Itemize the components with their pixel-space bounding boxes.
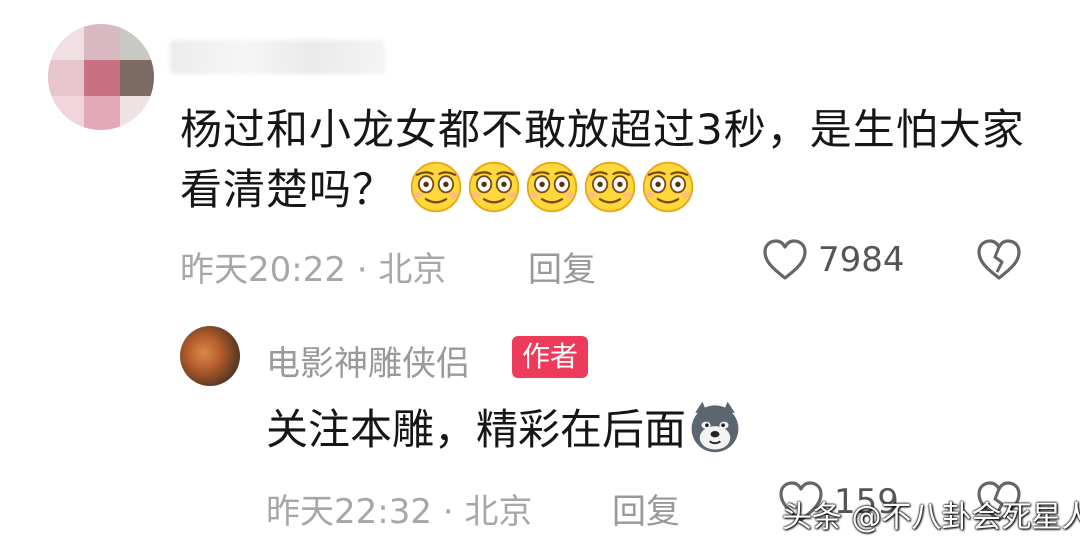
watermark: 头条 @不八卦会死星人 <box>782 500 1080 535</box>
username-blurred[interactable] <box>170 40 385 74</box>
like-button[interactable]: 7984 <box>762 238 905 282</box>
smirk-emoji-icon <box>583 160 637 214</box>
reply-text: 关注本雕，精彩在后面 <box>266 405 687 454</box>
comment-meta: 昨天20:22 · 北京 <box>180 242 446 291</box>
reply-time: 昨天22:32 <box>266 492 432 532</box>
heart-icon <box>763 239 807 280</box>
comment-location: 北京 <box>378 250 447 290</box>
emoji-row <box>409 160 695 214</box>
reply-button[interactable]: 回复 <box>528 242 596 291</box>
smirk-emoji-icon <box>409 160 463 214</box>
like-count: 7984 <box>818 240 905 280</box>
meta-separator: · <box>356 250 368 290</box>
doge-emoji-icon <box>691 401 739 453</box>
comment-time: 昨天20:22 <box>180 250 346 290</box>
avatar[interactable] <box>48 24 154 130</box>
smirk-emoji-icon <box>467 160 521 214</box>
comment-body: 杨过和小龙女都不敢放超过3秒，是生怕大家看清楚吗？ <box>180 100 1040 220</box>
reply-location: 北京 <box>464 492 533 532</box>
author-badge: 作者 <box>512 336 589 378</box>
smirk-emoji-icon <box>525 160 579 214</box>
dislike-button[interactable] <box>976 238 1022 286</box>
meta-separator: · <box>442 492 454 532</box>
broken-heart-icon <box>977 239 1021 280</box>
smirk-emoji-icon <box>641 160 695 214</box>
reply-reply-button[interactable]: 回复 <box>612 484 680 533</box>
reply-username[interactable]: 电影神雕侠侣 <box>266 336 470 385</box>
comment-thread: 杨过和小龙女都不敢放超过3秒，是生怕大家看清楚吗？ 昨天20:22 · 北京 回… <box>0 0 1080 543</box>
reply-avatar[interactable] <box>180 326 240 386</box>
reply-body: 关注本雕，精彩在后面 <box>266 400 742 460</box>
reply-meta: 昨天22:32 · 北京 <box>266 484 532 533</box>
